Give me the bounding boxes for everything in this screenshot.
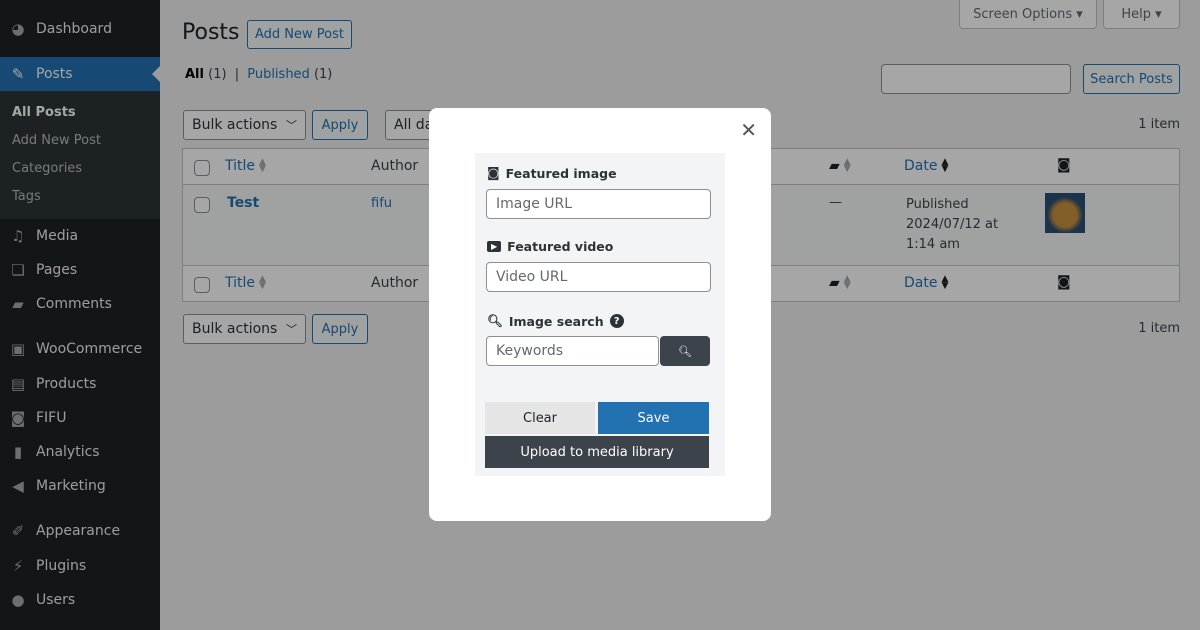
image-url-input[interactable] bbox=[486, 189, 711, 219]
clear-button[interactable]: Clear bbox=[485, 402, 595, 434]
search-icon: 🔍︎ bbox=[678, 344, 692, 358]
featured-media-modal: ✕ ◙ Featured image ▶ Featured video 🔍︎ Imag… bbox=[429, 108, 771, 521]
upload-to-media-library-button[interactable]: Upload to media library bbox=[485, 436, 709, 468]
play-icon: ▶ bbox=[487, 241, 502, 252]
featured-video-label-text: Featured video bbox=[507, 239, 614, 254]
featured-video-label: ▶ Featured video bbox=[487, 239, 613, 254]
help-icon[interactable]: ? bbox=[609, 314, 624, 328]
image-search-label: 🔍︎ Image search? bbox=[487, 313, 624, 329]
featured-image-label: ◙ Featured image bbox=[487, 166, 617, 181]
video-url-input[interactable] bbox=[486, 262, 711, 292]
keywords-input[interactable] bbox=[486, 336, 659, 366]
camera-icon: ◙ bbox=[487, 166, 500, 181]
featured-image-label-text: Featured image bbox=[505, 166, 617, 181]
image-search-label-text: Image search bbox=[508, 313, 604, 329]
close-icon[interactable]: ✕ bbox=[740, 118, 757, 142]
featured-media-panel: ◙ Featured image ▶ Featured video 🔍︎ Image … bbox=[475, 153, 725, 476]
image-search-button[interactable]: 🔍︎ bbox=[660, 336, 710, 366]
save-button[interactable]: Save bbox=[598, 402, 709, 434]
search-icon: 🔍︎ bbox=[487, 313, 503, 328]
